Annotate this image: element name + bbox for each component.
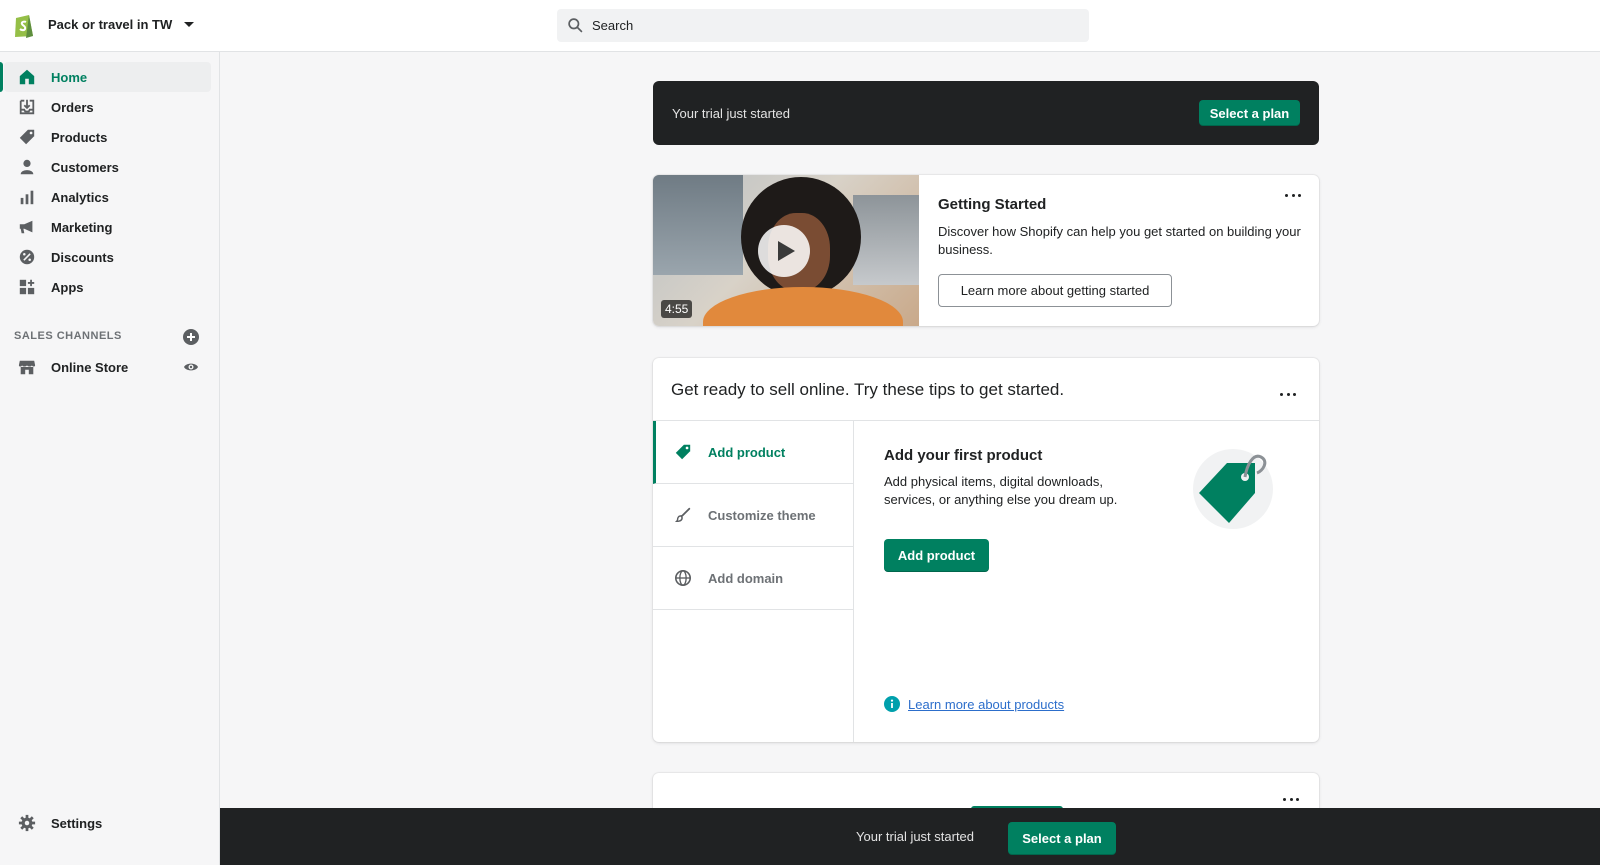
sidebar-item-customers[interactable]: Customers [4, 152, 211, 182]
video-card-title: Getting Started [938, 196, 1047, 213]
caret-down-icon [184, 22, 195, 27]
learn-products-link[interactable]: Learn more about products [884, 696, 1064, 712]
sidebar-item-label: Customers [51, 160, 119, 175]
tab-add-product[interactable]: Add product [653, 421, 853, 484]
store-switcher[interactable]: Pack or travel in TW [48, 17, 195, 32]
apps-icon [19, 279, 35, 295]
learn-products-text: Learn more about products [908, 696, 1065, 712]
sidebar-item-label: Settings [51, 816, 103, 831]
info-icon [884, 696, 900, 712]
play-icon[interactable] [758, 225, 810, 277]
active-indicator [0, 62, 3, 92]
bottom-bar-text: Your trial just started [856, 829, 975, 844]
search-placeholder: Search [592, 18, 634, 33]
sidebar-item-label: Products [51, 130, 108, 145]
sidebar-item-analytics[interactable]: Analytics [4, 182, 211, 212]
add-circle-icon[interactable] [183, 329, 199, 345]
discount-icon [19, 249, 35, 265]
shopify-logo-icon[interactable] [12, 12, 36, 39]
bar-chart-icon [20, 190, 34, 205]
sidebar-item-label: Analytics [51, 190, 109, 205]
tag-icon [675, 444, 691, 460]
video-thumbnail[interactable]: 4:55 [653, 175, 919, 326]
sidebar-item-discounts[interactable]: Discounts [4, 242, 211, 272]
top-bar: Pack or travel in TW Search [0, 0, 1600, 52]
getting-started-card: 4:55 Getting Started Discover how Shopif… [653, 175, 1319, 326]
video-card-description: Discover how Shopify can help you get st… [938, 224, 1301, 257]
thumbnail-shelf [853, 195, 919, 285]
person-icon [20, 159, 34, 175]
store-name: Pack or travel in TW [48, 17, 173, 32]
sidebar-item-apps[interactable]: Apps [4, 272, 211, 302]
tab-add-domain[interactable]: Add domain [653, 547, 853, 610]
more-options-icon[interactable] [1278, 388, 1298, 400]
thumbnail-window [653, 175, 743, 275]
video-duration: 4:55 [661, 300, 693, 318]
tab-label: Add product [708, 445, 786, 460]
more-options-icon[interactable] [1283, 189, 1303, 201]
sidebar-item-label: Apps [51, 280, 84, 295]
tips-card-heading: Get ready to sell online. Try these tips… [671, 380, 1065, 399]
tips-card: Get ready to sell online. Try these tips… [653, 358, 1319, 742]
trial-bottom-bar: Your trial just started Select a plan [220, 808, 1600, 865]
brush-icon [674, 507, 691, 523]
sidebar-item-marketing[interactable]: Marketing [4, 212, 211, 242]
tips-panel: Add your first product Add physical item… [854, 421, 1319, 742]
add-product-button[interactable]: Add product [884, 539, 989, 572]
panel-title: Add your first product [884, 447, 1043, 464]
sidebar-item-home[interactable]: Home [4, 62, 211, 92]
sidebar-item-label: Orders [51, 100, 94, 115]
sidebar-item-online-store[interactable]: Online Store [4, 352, 211, 382]
search-icon [568, 18, 583, 33]
sales-channels-heading: SALES CHANNELS [14, 330, 122, 342]
sidebar-item-label: Discounts [51, 250, 114, 265]
tag-illustration-icon [1193, 449, 1273, 529]
sidebar-item-label: Marketing [51, 220, 113, 235]
select-plan-button[interactable]: Select a plan [1008, 822, 1116, 855]
megaphone-icon [19, 220, 33, 234]
tab-label: Add domain [708, 571, 784, 586]
orders-icon [19, 99, 35, 115]
trial-banner: Your trial just started Select a plan [653, 81, 1319, 145]
tab-label: Customize theme [708, 508, 816, 523]
select-plan-button[interactable]: Select a plan [1199, 100, 1300, 126]
sidebar-item-products[interactable]: Products [4, 122, 211, 152]
search-bar[interactable]: Search [557, 9, 1089, 42]
sidebar-item-label: Online Store [51, 360, 129, 375]
gear-icon [18, 814, 36, 832]
panel-description: Add physical items, digital downloads, s… [884, 474, 1118, 507]
trial-banner-text: Your trial just started [672, 106, 791, 121]
globe-icon [674, 569, 692, 587]
sidebar-item-settings[interactable]: Settings [4, 808, 211, 838]
more-options-icon[interactable] [1281, 793, 1301, 805]
sidebar-item-orders[interactable]: Orders [4, 92, 211, 122]
learn-getting-started-button[interactable]: Learn more about getting started [938, 274, 1172, 307]
tag-icon [19, 129, 35, 145]
tips-tabs: Add product Customize theme Add domain [653, 421, 854, 742]
eye-icon[interactable] [183, 359, 199, 375]
thumbnail-shirt [703, 287, 903, 326]
home-icon [19, 69, 35, 85]
sidebar-item-label: Home [51, 70, 88, 85]
sidebar: Home Orders Products Customers Analytics… [0, 52, 220, 865]
tab-customize-theme[interactable]: Customize theme [653, 484, 853, 547]
store-icon [18, 360, 36, 375]
